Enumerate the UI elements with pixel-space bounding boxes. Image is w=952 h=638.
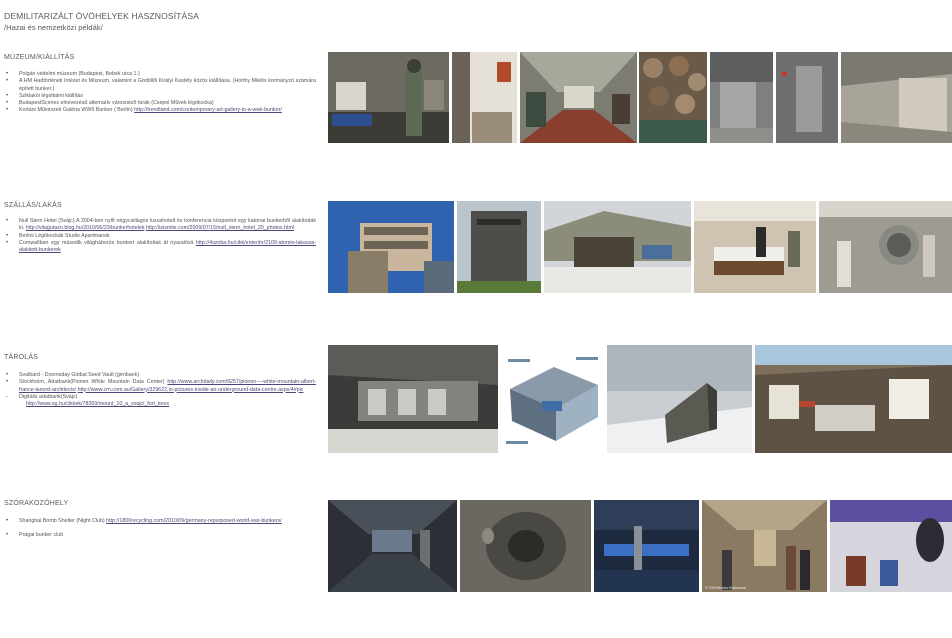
- cornwall-bunker-photo: [544, 201, 691, 293]
- page-title: DEMILITARIZÁLT ÖVÖHELYEK HASZNOSÍTÁSA: [4, 11, 200, 21]
- museum-gasmasks-photo: [639, 52, 707, 143]
- page-subtitle: /Hazai és nemzetközi példák/: [4, 23, 103, 32]
- list-item: Svalbard - Doomsday Global Seed Vault (g…: [4, 372, 316, 380]
- list-item: Cornwallban egy második világháborús bun…: [4, 240, 316, 255]
- null-stern-photos-link[interactable]: http://izismile.com/2009/07/15/null_ster…: [146, 225, 294, 231]
- club-murals-photo: [830, 500, 952, 592]
- list-item: Sziklakói légoltalmi kiállítás: [4, 93, 316, 101]
- list-item: Digitális adatbank(Svájc): [4, 394, 316, 402]
- tunnel-graffiti-photo: [460, 500, 591, 592]
- list-item: Polgári védelmi múzeum (Budapest, Bebek …: [4, 71, 316, 79]
- list-item: http://www.sg.hu/cikkek/78369/mount_10_a…: [4, 401, 316, 408]
- seed-vault-diagram-photo: [502, 345, 603, 455]
- data-bunker-section-photo: [755, 345, 952, 453]
- section-heading-storage: TÁROLÁS: [4, 354, 39, 361]
- section-heading-entertainment: SZÓRAKOZÓHELY: [4, 500, 69, 507]
- list-item: BudapestScenes elnevezésű alternatív vár…: [4, 100, 316, 108]
- photo-credit: © DR/Vittorio Maiorano: [705, 585, 747, 590]
- item-text: Shanghai Bomb Shelter (Night Club): [19, 518, 107, 524]
- svalbard-vault-photo: [607, 345, 752, 453]
- museum-mannequin-photo: [328, 52, 449, 143]
- list-item: A HM Hadtörténeti Intézet és Múzeum, val…: [4, 78, 316, 93]
- hotel-exterior-photo: [328, 201, 454, 293]
- list-item: Null Stern Hotel (Svájc) A 2004-ben nyíl…: [4, 218, 316, 233]
- hotel-room-photo: [694, 201, 816, 293]
- section-heading-accommodation: SZÁLLÁS/LAKÁS: [4, 202, 62, 209]
- bunkerhotel-link[interactable]: http://vilagutazo.blog.hu/2010/06/23/bun…: [26, 225, 145, 231]
- museum-gallery-photo: [841, 52, 952, 143]
- section-heading-museum: MÚZEUM/KIÁLLÍTÁS: [4, 54, 75, 61]
- gallery-link[interactable]: http://trendland.com/contemporary-art-ga…: [134, 107, 282, 113]
- list-item: Shanghai Bomb Shelter (Night Club) http:…: [4, 518, 316, 526]
- item-text: Cornwallban egy második világháborús bun…: [19, 239, 196, 246]
- recycling-link[interactable]: http://1800recycling.com/2010/09/germany…: [106, 518, 281, 524]
- bunker-tower-photo: [457, 201, 541, 293]
- list-item: Prágai bunker club: [4, 532, 316, 540]
- entertainment-list: Shanghai Bomb Shelter (Night Club) http:…: [4, 518, 316, 540]
- item-text: Kortárs Művészeti Galéria WWII Bunker ( …: [19, 107, 135, 114]
- blue-lit-bar-photo: [594, 500, 699, 592]
- museum-tunnel-photo: [520, 52, 637, 143]
- accommodation-list: Null Stern Hotel (Svájc) A 2004-ben nyíl…: [4, 218, 316, 254]
- shelter-club-photo: [328, 500, 457, 592]
- crn-gallery-link[interactable]: http://www.crn.com.au/Gallery/329622,in-…: [78, 387, 304, 393]
- fort-knox-link[interactable]: http://www.sg.hu/cikkek/78369/mount_10_a…: [26, 401, 169, 407]
- museum-list: Polgári védelmi múzeum (Budapest, Bebek …: [4, 71, 316, 115]
- museum-door-photo: [776, 52, 838, 143]
- museum-room-photo: [710, 52, 773, 143]
- list-item: Stockholm, Adatbank(Pionen White Mountai…: [4, 379, 316, 394]
- item-text: Stockholm, Adatbank(Pionen White Mountai…: [19, 379, 168, 386]
- storage-list: Svalbard - Doomsday Global Seed Vault (g…: [4, 372, 316, 408]
- list-item: Berlini Légókockák Studio Apartmanok: [4, 233, 316, 241]
- list-item: Kortárs Művészeti Galéria WWII Bunker ( …: [4, 107, 316, 115]
- museum-corridor-photo: [452, 52, 517, 143]
- bunker-interior-photo: [819, 201, 952, 293]
- people-tunnel-photo: © DR/Vittorio Maiorano: [702, 500, 827, 592]
- data-center-photo: [328, 345, 498, 453]
